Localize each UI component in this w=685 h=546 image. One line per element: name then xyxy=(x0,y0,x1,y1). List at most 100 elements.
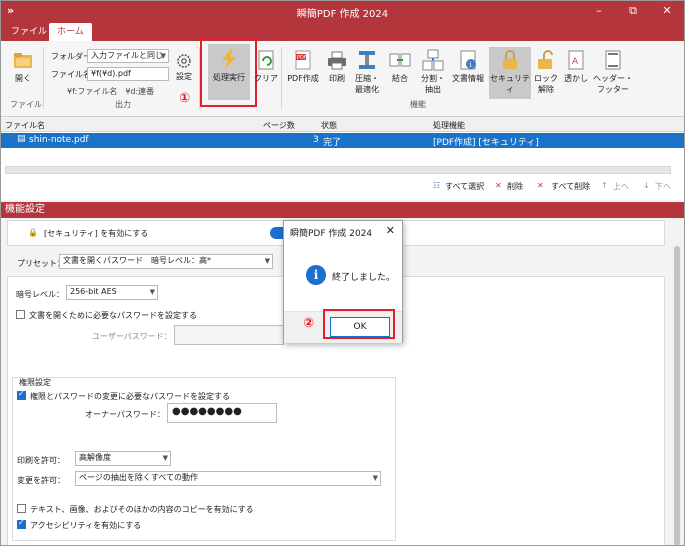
chevron-down-icon: ▼ xyxy=(162,454,168,462)
info-document-icon: i xyxy=(457,49,479,71)
merge-label: 結合 xyxy=(392,74,408,83)
filename-label: ファイル名 xyxy=(51,70,91,79)
delete-all-button[interactable]: すべて削除 xyxy=(551,181,590,192)
owner-password-label: オーナーパスワード： xyxy=(85,410,165,419)
user-password-input[interactable] xyxy=(174,325,284,345)
open-button[interactable]: 開く xyxy=(7,49,39,84)
print-button[interactable]: 印刷 xyxy=(325,49,349,84)
close-window-icon[interactable]: ✕ xyxy=(657,3,677,19)
scrollbar-thumb[interactable] xyxy=(674,246,680,545)
refresh-icon xyxy=(255,49,277,71)
user-password-label: ユーザーパスワード： xyxy=(92,332,172,341)
permissions-checkbox[interactable] xyxy=(17,389,26,400)
print-allow-label: 印刷を許可： xyxy=(17,456,65,465)
tab-home[interactable]: ホーム xyxy=(49,23,92,41)
delete-button[interactable]: 削除 xyxy=(507,181,523,192)
compress-label-2: 最適化 xyxy=(355,85,379,94)
down-button[interactable]: 下へ xyxy=(655,181,671,192)
separator xyxy=(43,47,44,109)
separator xyxy=(281,47,282,109)
header-footer-icon xyxy=(602,49,624,71)
settings-label: 設定 xyxy=(176,72,192,81)
open-password-checkbox[interactable] xyxy=(16,310,25,319)
ribbon: 開く ファイル フォルダー 入力ファイルと同じ ▼ ファイル名 ¥f(¥d).p… xyxy=(1,37,684,117)
security-button[interactable]: セキュリティ xyxy=(489,47,531,99)
select-all-icon: ☷ xyxy=(433,181,441,190)
col-pages[interactable]: ページ数 xyxy=(263,120,295,131)
copy-checkbox-label: テキスト、画像、およびそのほかの内容のコピーを有効にする xyxy=(30,505,254,514)
folder-label: フォルダー xyxy=(51,52,91,61)
select-all-button[interactable]: すべて選択 xyxy=(445,181,484,192)
merge-button[interactable]: 結合 xyxy=(387,49,413,84)
step-1-marker: ① xyxy=(179,91,191,106)
chevron-down-icon: ▼ xyxy=(149,288,155,296)
folder-icon xyxy=(12,49,34,71)
dialog-close-icon[interactable]: ✕ xyxy=(386,224,395,237)
file-group-label: ファイル xyxy=(10,100,42,109)
lock-icon xyxy=(499,49,521,71)
table-row[interactable]: ▤ shin-note.pdf 3 完了 [PDF作成] [セキュリティ] xyxy=(1,133,684,148)
accessibility-checkbox[interactable] xyxy=(17,518,26,529)
copy-checkbox[interactable] xyxy=(17,504,26,513)
permissions-group: 権限設定 権限とパスワードの変更に必要なパスワードを設定する オーナーパスワード… xyxy=(12,377,396,541)
dialog-title: 瞬簡PDF 作成 2024 xyxy=(290,229,373,239)
encryption-select[interactable]: 256-bit AES ▼ xyxy=(66,285,158,300)
restore-icon[interactable]: ⧉ xyxy=(623,3,643,19)
clear-button[interactable]: クリア xyxy=(253,49,279,84)
output-group-label: 出力 xyxy=(115,100,131,109)
file-list-header: ファイル名 ページ数 状態 処理機能 xyxy=(1,118,684,132)
docinfo-button[interactable]: i 文書情報 xyxy=(449,49,487,84)
unlock-button[interactable]: ロック 解除 xyxy=(533,49,559,95)
svg-text:PDF: PDF xyxy=(297,55,307,61)
owner-password-input[interactable]: ●●●●●●●● xyxy=(167,403,277,423)
unlock-label-1: ロック xyxy=(534,74,558,83)
vertical-scrollbar[interactable] xyxy=(672,242,682,545)
title-bar: » 瞬簡PDF 作成 2024 – ⧉ ✕ xyxy=(1,1,684,23)
pdf-file-icon: ▤ xyxy=(17,134,26,144)
chevron-down-icon: ▼ xyxy=(160,52,166,60)
app-window: » 瞬簡PDF 作成 2024 – ⧉ ✕ ファイル ホーム 開く ファイル フ… xyxy=(0,0,685,546)
chevron-down-icon: ▼ xyxy=(264,257,270,265)
filename-input[interactable]: ¥f(¥d).pdf xyxy=(87,67,169,81)
encryption-value: 256-bit AES xyxy=(70,287,117,296)
up-button[interactable]: 上へ xyxy=(613,181,629,192)
preset-select[interactable]: 文書を開くパスワード 暗号レベル：高* ▼ xyxy=(59,254,273,269)
step-2-marker: ② xyxy=(303,316,315,331)
info-icon: i xyxy=(306,265,326,285)
split-label-2: 抽出 xyxy=(425,85,441,94)
row-pages: 3 xyxy=(313,135,319,145)
folder-select[interactable]: 入力ファイルと同じ ▼ xyxy=(87,49,169,63)
watermark-icon: A xyxy=(565,49,587,71)
arrow-down-icon: ↓ xyxy=(643,181,650,190)
col-status[interactable]: 状態 xyxy=(321,120,337,131)
dialog-message: 終了しました。 xyxy=(332,273,396,283)
chevron-down-icon: ▼ xyxy=(372,474,378,482)
header-footer-button[interactable]: ヘッダー・ フッター xyxy=(593,49,633,95)
change-allow-select[interactable]: ページの抽出を除くすべての動作 ▼ xyxy=(75,471,381,486)
col-filename[interactable]: ファイル名 xyxy=(5,120,45,131)
unlock-label-2: 解除 xyxy=(538,85,554,94)
horizontal-scrollbar[interactable] xyxy=(5,166,671,174)
tab-file[interactable]: ファイル xyxy=(3,23,55,41)
minimize-icon[interactable]: – xyxy=(589,3,609,19)
split-button[interactable]: 分割・ 抽出 xyxy=(419,49,447,95)
print-allow-select[interactable]: 高解像度 ▼ xyxy=(75,451,171,466)
watermark-label: 透かし xyxy=(564,74,588,83)
compress-label-1: 圧縮・ xyxy=(355,74,379,83)
accessibility-checkbox-label: アクセシビリティを有効にする xyxy=(30,521,142,530)
settings-button[interactable]: 設定 xyxy=(171,53,197,82)
print-label: 印刷 xyxy=(329,74,345,83)
compress-icon xyxy=(356,49,378,71)
watermark-button[interactable]: A 透かし xyxy=(563,49,589,84)
preset-label: プリセット： xyxy=(17,259,65,268)
ribbon-tabs: ファイル ホーム xyxy=(1,23,684,41)
row-status: 完了 xyxy=(323,138,342,148)
file-list-actions: ☷ すべて選択 ✕ 削除 ✕ すべて削除 ↑ 上へ ↓ 下へ xyxy=(1,178,684,194)
folder-value: 入力ファイルと同じ xyxy=(91,51,163,60)
col-function[interactable]: 処理機能 xyxy=(433,120,465,131)
header-footer-label-1: ヘッダー・ xyxy=(593,74,633,83)
delete-icon: ✕ xyxy=(495,181,502,190)
enable-security-label: [セキュリティ] を有効にする xyxy=(44,229,149,238)
compress-button[interactable]: 圧縮・ 最適化 xyxy=(353,49,381,95)
pdf-create-button[interactable]: PDF PDF作成 xyxy=(285,49,321,84)
